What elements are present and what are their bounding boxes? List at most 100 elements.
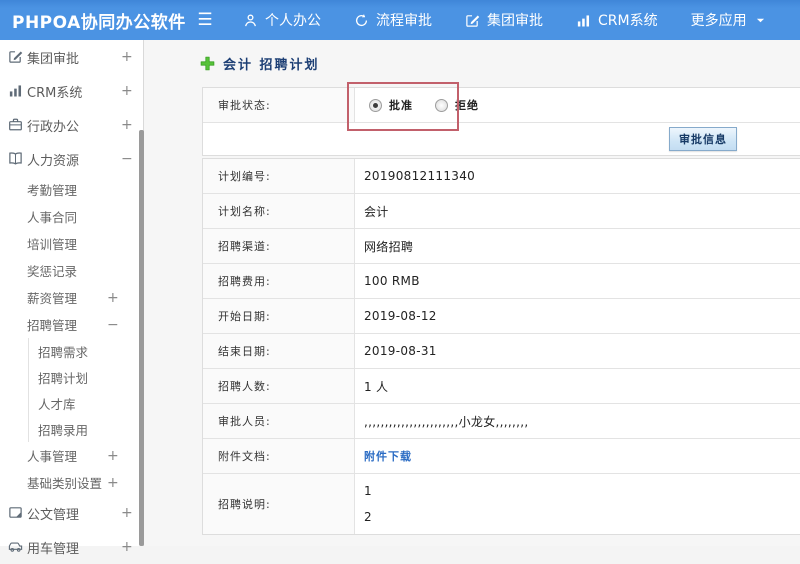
sidebar-item-recruit-mgmt[interactable]: 招聘管理 − (0, 311, 144, 338)
field-label: 计划编号: (203, 159, 355, 193)
sidebar-item-base-category[interactable]: 基础类别设置 + (0, 469, 144, 496)
field-row-headcount: 招聘人数: 1 人 (203, 369, 800, 404)
sidebar-item-attendance-mgmt[interactable]: 考勤管理 (0, 176, 144, 203)
expand-icon[interactable]: + (121, 117, 133, 133)
topnav-item-label: 流程审批 (376, 13, 432, 29)
caret-down-icon (754, 16, 765, 25)
sidebar-item-personnel-mgmt[interactable]: 人事管理 + (0, 442, 144, 469)
radio-approve-checked[interactable] (369, 98, 382, 112)
sidebar-item-salary-mgmt[interactable]: 薪资管理 + (0, 284, 144, 311)
sidebar-item-reward-records[interactable]: 奖惩记录 (0, 257, 144, 284)
sidebar-item-talent-pool[interactable]: 人才库 (0, 390, 144, 416)
expand-icon[interactable]: + (121, 539, 133, 555)
radio-option-approve[interactable]: 批准 (369, 97, 413, 113)
menu-toggle-icon[interactable]: ☰ (185, 10, 225, 30)
bar-chart-icon (8, 83, 24, 99)
sidebar-item-recruit-demand[interactable]: 招聘需求 (0, 338, 144, 364)
sidebar-item-training-mgmt[interactable]: 培训管理 (0, 230, 144, 257)
sidebar-item-hr-contract[interactable]: 人事合同 (0, 203, 144, 230)
field-row-approvers: 审批人员: ,,,,,,,,,,,,,,,,,,,,,,,小龙女,,,,,,,, (203, 404, 800, 439)
sidebar-scrollbar[interactable] (139, 130, 144, 546)
field-value: ,,,,,,,,,,,,,,,,,,,,,,,小龙女,,,,,,,, (364, 414, 529, 429)
field-row-start-date: 开始日期: 2019-08-12 (203, 299, 800, 334)
approval-table: 审批状态: 批准 拒绝 审批信息 (202, 87, 800, 156)
field-value: 2019-08-12 (364, 309, 437, 323)
sidebar-item-label: 招聘需求 (38, 344, 89, 360)
approval-radio-group: 批准 拒绝 (369, 97, 479, 113)
sidebar-item-label: 人力资源 (27, 153, 80, 169)
field-label: 附件文档: (203, 439, 355, 473)
edit-square-icon (465, 13, 480, 28)
sidebar-item-label: 招聘管理 (27, 318, 78, 333)
topnav-item-label: 更多应用 (690, 13, 747, 29)
field-value: 会计 (364, 204, 389, 219)
field-row-cost: 招聘费用: 100 RMB (203, 264, 800, 299)
topnav-item-more-apps[interactable]: 更多应用 (691, 10, 765, 30)
topnav-item-crm-system[interactable]: CRM系统 (576, 10, 658, 30)
sidebar-item-label: 基础类别设置 (27, 476, 103, 491)
radio-option-reject[interactable]: 拒绝 (435, 97, 479, 113)
process-icon (354, 13, 369, 28)
main-content: 会计 招聘计划 审批状态: 批准 拒绝 审批信息 计划编号: 20190812111… (144, 40, 800, 546)
sidebar-item-label: 人事合同 (27, 210, 78, 225)
collapse-icon[interactable]: − (107, 317, 119, 333)
expand-icon[interactable]: + (107, 475, 119, 491)
field-label: 招聘说明: (203, 474, 355, 534)
sidebar-item-label: 用车管理 (27, 541, 80, 557)
book-icon (8, 151, 24, 167)
add-icon[interactable] (200, 56, 215, 71)
tree-line (28, 364, 29, 390)
field-value: 2019-08-31 (364, 344, 437, 358)
detail-table: 计划编号: 20190812111340 计划名称: 会计 招聘渠道: 网络招聘 招聘费用:… (202, 158, 800, 535)
sidebar-item-label: 集团审批 (27, 51, 80, 67)
sidebar-item-label: 奖惩记录 (27, 264, 78, 279)
expand-icon[interactable]: + (121, 505, 133, 521)
sidebar: 集团审批 + CRM系统 + 行政办公 + 人力资源 − 考勤管理 人事合同 培训管理 奖惩记录 薪资管… (0, 40, 144, 557)
sidebar-item-vehicle-mgmt[interactable]: 用车管理 + (0, 530, 144, 564)
field-row-plan-name: 计划名称: 会计 (203, 194, 800, 229)
sidebar-item-label: 人事管理 (27, 449, 78, 464)
topnav-item-label: 个人办公 (265, 13, 321, 29)
field-value: 20190812111340 (364, 169, 476, 183)
sidebar-item-label: 薪资管理 (27, 291, 78, 306)
expand-icon[interactable]: + (121, 83, 133, 99)
attachment-download-link[interactable]: 附件下载 (364, 448, 412, 464)
sidebar-item-label: CRM系统 (27, 85, 83, 101)
radio-reject[interactable] (435, 98, 448, 112)
field-label: 结束日期: (203, 334, 355, 368)
expand-icon[interactable]: + (107, 290, 119, 306)
topnav-item-label: CRM系统 (598, 13, 658, 29)
field-label: 招聘人数: (203, 369, 355, 403)
car-icon (8, 539, 24, 555)
topnav-item-group-approval[interactable]: 集团审批 (465, 10, 543, 30)
topnav-item-personal-office[interactable]: 个人办公 (243, 10, 321, 30)
sidebar-item-crm-system[interactable]: CRM系统 + (0, 74, 144, 108)
sidebar-item-label: 招聘录用 (38, 422, 89, 438)
collapse-icon[interactable]: − (121, 151, 133, 167)
sidebar-item-administration[interactable]: 行政办公 + (0, 108, 144, 142)
sidebar-item-group-approval[interactable]: 集团审批 + (0, 40, 144, 74)
topnav-item-workflow-approval[interactable]: 流程审批 (354, 10, 432, 30)
app-logo: PHPOA协同办公软件 (12, 12, 186, 33)
approval-info-button[interactable]: 审批信息 (669, 127, 737, 151)
sidebar-item-recruit-hiring[interactable]: 招聘录用 (0, 416, 144, 442)
field-value: 1 2 (364, 484, 372, 524)
edit-square-icon (8, 49, 24, 65)
radio-label: 拒绝 (455, 99, 479, 112)
field-row-end-date: 结束日期: 2019-08-31 (203, 334, 800, 369)
expand-icon[interactable]: + (121, 49, 133, 65)
top-nav: 个人办公 流程审批 集团审批 CRM系统 更多应用 (243, 10, 798, 30)
field-value: 1 人 (364, 379, 389, 394)
top-bar: PHPOA协同办公软件 ☰ 个人办公 流程审批 集团审批 CRM系统 更多应用 (0, 0, 800, 40)
sidebar-item-human-resources[interactable]: 人力资源 − (0, 142, 144, 176)
field-label: 开始日期: (203, 299, 355, 333)
field-value: 100 RMB (364, 274, 420, 288)
field-label: 审批人员: (203, 404, 355, 438)
sidebar-item-document-mgmt[interactable]: 公文管理 + (0, 496, 144, 530)
approval-status-row: 审批状态: 批准 拒绝 (203, 88, 800, 123)
approval-status-label: 审批状态: (203, 88, 355, 122)
expand-icon[interactable]: + (107, 448, 119, 464)
sidebar-item-recruit-plan[interactable]: 招聘计划 (0, 364, 144, 390)
tree-line (28, 390, 29, 416)
field-row-plan-no: 计划编号: 20190812111340 (203, 159, 800, 194)
